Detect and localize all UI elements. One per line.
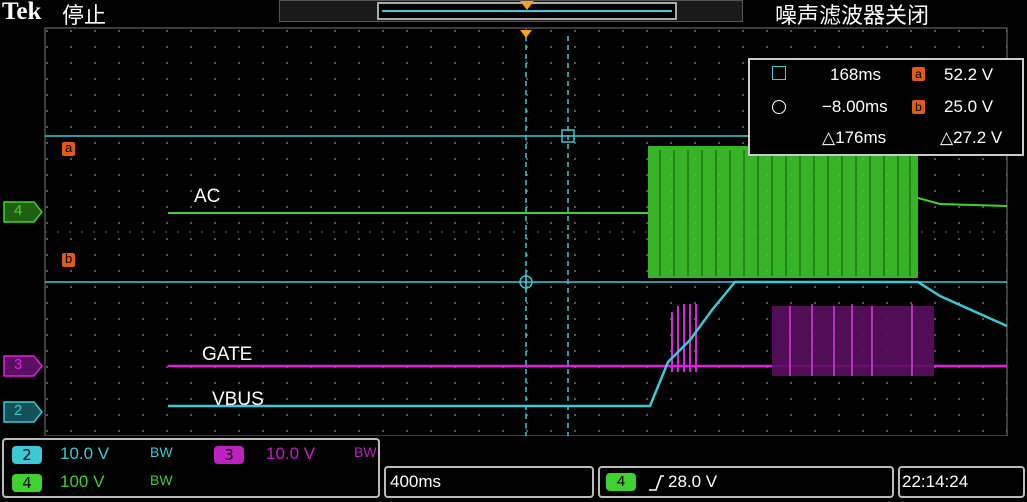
ch4-badge[interactable]: 4 [12, 474, 42, 492]
ch2-bw-limit: BW [150, 444, 173, 460]
cursor2-value: 25.0 V [944, 97, 994, 116]
trigger-level: 28.0 V [668, 472, 718, 491]
ch3-bw-limit: BW [354, 444, 377, 460]
ch3-marker-label: 3 [14, 356, 23, 373]
delta-value: △27.2 V [940, 128, 1003, 147]
ref-b-label: b [65, 251, 73, 266]
ch3-scale[interactable]: 10.0 V [266, 444, 315, 464]
ch4-bw-limit: BW [150, 472, 173, 488]
cursor1-ref-badge: a [912, 67, 925, 81]
ch2-ground-marker[interactable] [3, 401, 43, 423]
rising-edge-icon [649, 475, 664, 491]
delta-time: △176ms [822, 128, 887, 147]
ch4-scale[interactable]: 100 V [60, 472, 104, 492]
ch2-badge[interactable]: 2 [12, 446, 42, 464]
cursor1-value: 52.2 V [944, 65, 994, 84]
ch3-badge[interactable]: 3 [214, 446, 244, 464]
trigger-source-badge: 4 [606, 473, 636, 491]
square-cursor-icon [772, 66, 786, 80]
circle-cursor-icon [772, 100, 786, 114]
ch2-scale[interactable]: 10.0 V [60, 444, 109, 464]
ch4-ground-marker[interactable] [3, 201, 43, 223]
ch4-marker-label: 4 [14, 202, 23, 219]
ch2-marker-label: 2 [14, 402, 23, 419]
cursor-readout-panel: 168ms a 52.2 V −8.00ms b 25.0 V △176ms △… [748, 58, 1024, 156]
clock-time: 22:14:24 [902, 472, 969, 491]
trigger-box[interactable]: 4 28.0 V [598, 466, 894, 498]
vbus-trace-label: VBUS [212, 389, 264, 410]
channel-settings-panel[interactable]: 2 10.0 V BW 3 10.0 V BW 4 100 V BW [2, 438, 380, 498]
timebase-value: 400ms [390, 472, 442, 491]
timebase-box[interactable]: 400ms [384, 466, 594, 498]
cursor2-ref-badge: b [912, 100, 925, 114]
gate-trace-label: GATE [202, 344, 253, 365]
cursor2-time: −8.00ms [822, 97, 888, 116]
ref-a-label: a [65, 140, 73, 155]
clock-box: 22:14:24 [898, 466, 1025, 498]
cursor1-time: 168ms [830, 65, 882, 84]
ch3-ground-marker[interactable] [3, 355, 43, 377]
ac-trace-label: AC [194, 186, 221, 207]
